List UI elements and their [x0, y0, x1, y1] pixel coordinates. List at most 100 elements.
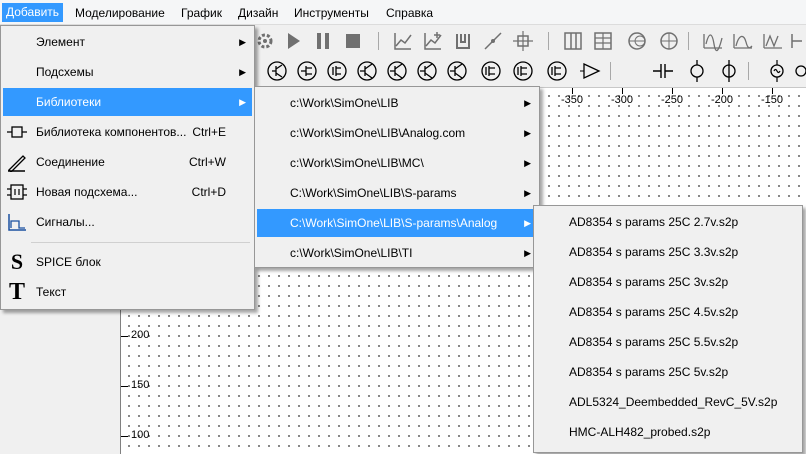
pause-icon[interactable] — [312, 30, 334, 52]
menu-item-wire[interactable]: Соединение Ctrl+W — [3, 148, 252, 176]
toolbar-separator — [748, 62, 749, 80]
menu-item-label: Библиотеки — [36, 95, 102, 109]
menu-item-spice-block[interactable]: S SPICE блок — [3, 248, 252, 276]
library-item[interactable]: c:\Work\SimOne\LIB ▶ — [257, 89, 537, 117]
menubar: Добавить Моделирование График Дизайн Инс… — [0, 0, 806, 25]
menubar-tools[interactable]: Инструменты — [290, 4, 373, 22]
pmos-icon[interactable] — [512, 60, 534, 82]
split-view-icon[interactable] — [562, 30, 584, 52]
toolbar-separator — [548, 32, 549, 50]
file-name: AD8354 s params 25C 3.3v.s2p — [569, 245, 739, 259]
run-icon[interactable] — [282, 30, 304, 52]
library-path: c:\Work\SimOne\LIB — [290, 96, 399, 110]
jfet-icon[interactable] — [296, 60, 318, 82]
file-item[interactable]: AD8354 s params 25C 3.3v.s2p — [536, 238, 800, 266]
library-item[interactable]: C:\Work\SimOne\LIB\S-params ▶ — [257, 179, 537, 207]
menubar-simulation[interactable]: Моделирование — [71, 4, 169, 22]
opamp-icon[interactable] — [580, 60, 602, 82]
menu-item-text[interactable]: T Текст — [3, 278, 252, 306]
signals-icon — [7, 212, 27, 232]
stop-icon[interactable] — [342, 30, 364, 52]
waveform-alt-icon[interactable] — [732, 30, 754, 52]
library-item-selected[interactable]: C:\Work\SimOne\LIB\S-params\Analog ▶ — [257, 209, 537, 237]
smith-chart-icon[interactable] — [626, 30, 648, 52]
pnp-icon[interactable] — [386, 60, 408, 82]
mosfet-icon[interactable] — [326, 60, 348, 82]
overflow-icon[interactable] — [788, 30, 806, 52]
submenu-arrow-icon: ▶ — [239, 97, 246, 107]
menu-item-label: SPICE блок — [36, 255, 101, 269]
capacitor-icon[interactable] — [652, 60, 674, 82]
file-item[interactable]: AD8354 s params 25C 3v.s2p — [536, 268, 800, 296]
menubar-design[interactable]: Дизайн — [234, 4, 282, 22]
s-params-files-submenu: AD8354 s params 25C 2.7v.s2p AD8354 s pa… — [533, 205, 803, 453]
menu-item-label: Элемент — [36, 35, 85, 49]
menubar-help[interactable]: Справка — [382, 4, 437, 22]
plot-icon[interactable] — [392, 30, 414, 52]
overflow-icon[interactable] — [790, 60, 806, 82]
menu-item-label: Текст — [36, 285, 67, 299]
darlington-icon[interactable] — [416, 60, 438, 82]
file-item[interactable]: HMC-ALH482_probed.s2p — [536, 418, 800, 446]
menu-item-label: Библиотека компонентов... — [36, 125, 187, 139]
file-name: AD8354 s params 25C 5v.s2p — [569, 365, 729, 379]
menubar-add[interactable]: Добавить — [2, 3, 64, 22]
spice-s-icon: S — [10, 249, 24, 274]
library-path: c:\Work\SimOne\LIB\Analog.com — [290, 126, 466, 140]
toolbar-separator — [688, 32, 689, 50]
menu-separator — [31, 242, 250, 243]
voltage-source-icon[interactable] — [686, 60, 708, 82]
file-item[interactable]: AD8354 s params 25C 2.7v.s2p — [536, 208, 800, 236]
submenu-arrow-icon: ▶ — [239, 67, 246, 77]
nmos-icon[interactable] — [480, 60, 502, 82]
ruler-top-label: -150 — [761, 94, 784, 106]
ruler-left-label: 200 — [131, 329, 150, 341]
bjt-icon[interactable] — [266, 60, 288, 82]
npn-icon[interactable] — [356, 60, 378, 82]
phototransistor-icon[interactable] — [446, 60, 468, 82]
menu-item-shortcut: Ctrl+D — [191, 185, 226, 199]
menu-item-libraries[interactable]: Библиотеки ▶ — [3, 88, 252, 116]
file-item[interactable]: ADL5324_Deembedded_RevC_5V.s2p — [536, 388, 800, 416]
file-item[interactable]: AD8354 s params 25C 5v.s2p — [536, 358, 800, 386]
library-item[interactable]: c:\Work\SimOne\LIB\TI ▶ — [257, 239, 537, 267]
settings-gear-icon[interactable] — [254, 30, 276, 52]
polar-chart-icon[interactable] — [658, 30, 680, 52]
ruler-top-label: -250 — [661, 94, 684, 106]
library-item[interactable]: c:\Work\SimOne\LIB\Analog.com ▶ — [257, 119, 537, 147]
table-view-icon[interactable] — [592, 30, 614, 52]
igbt-icon[interactable] — [546, 60, 568, 82]
ruler-tick — [121, 436, 128, 437]
menu-item-element[interactable]: Элемент ▶ — [3, 28, 252, 56]
ruler-left-label: 100 — [131, 429, 150, 441]
library-item[interactable]: c:\Work\SimOne\LIB\MC\ ▶ — [257, 149, 537, 177]
marker-line-icon[interactable] — [482, 30, 504, 52]
menu-item-new-subcircuit[interactable]: Новая подсхема... Ctrl+D — [3, 178, 252, 206]
menu-item-label: Сигналы... — [36, 215, 95, 229]
ruler-tick — [121, 336, 128, 337]
file-name: ADL5324_Deembedded_RevC_5V.s2p — [569, 395, 778, 409]
menu-item-subcircuits[interactable]: Подсхемы ▶ — [3, 58, 252, 86]
file-name: AD8354 s params 25C 4.5v.s2p — [569, 305, 739, 319]
ruler-top-label: -300 — [611, 94, 634, 106]
crosshair-icon[interactable] — [512, 30, 534, 52]
submenu-arrow-icon: ▶ — [524, 188, 531, 198]
library-path: c:\Work\SimOne\LIB\MC\ — [290, 156, 424, 170]
waveform-icon[interactable] — [702, 30, 724, 52]
current-source-icon[interactable] — [718, 60, 740, 82]
ac-source-icon[interactable] — [766, 60, 788, 82]
file-name: AD8354 s params 25C 2.7v.s2p — [569, 215, 739, 229]
ruler-top-label: -350 — [561, 94, 584, 106]
submenu-arrow-icon: ▶ — [524, 218, 531, 228]
add-plot-icon[interactable] — [422, 30, 444, 52]
text-t-icon: T — [8, 279, 25, 305]
probe-icon[interactable] — [452, 30, 474, 52]
file-item[interactable]: AD8354 s params 25C 4.5v.s2p — [536, 298, 800, 326]
pulse-icon[interactable] — [762, 30, 784, 52]
file-item[interactable]: AD8354 s params 25C 5.5v.s2p — [536, 328, 800, 356]
menu-item-signals[interactable]: Сигналы... — [3, 208, 252, 236]
toolbar-separator — [610, 62, 611, 80]
file-name: HMC-ALH482_probed.s2p — [569, 425, 711, 439]
menu-item-component-library[interactable]: Библиотека компонентов... Ctrl+E — [3, 118, 252, 146]
menubar-graph[interactable]: График — [177, 4, 226, 22]
